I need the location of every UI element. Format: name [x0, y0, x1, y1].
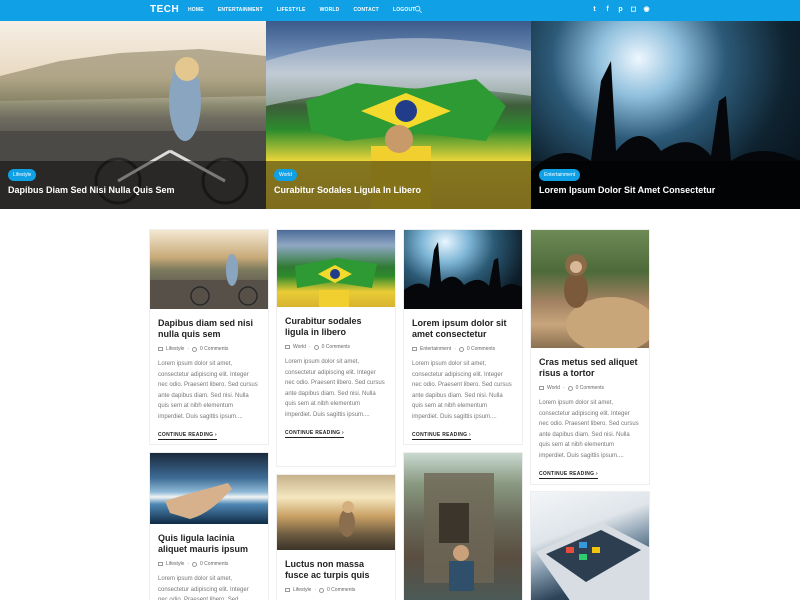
comment-icon [313, 344, 319, 350]
post-excerpt: Lorem ipsum dolor sit amet, consectetur … [158, 361, 258, 420]
post-excerpt: Lorem ipsum dolor sit amet, consectetur … [285, 359, 385, 418]
post-title[interactable]: Cras metus sed aliquet risus a tortor [539, 357, 641, 379]
post-category[interactable]: World [293, 344, 306, 350]
folder-icon [539, 386, 544, 390]
featured-slide[interactable]: Entertainment Lorem Ipsum Dolor Sit Amet… [531, 21, 800, 209]
post-thumbnail[interactable] [277, 475, 395, 550]
post-category[interactable]: Lifestyle [293, 587, 311, 593]
post-category[interactable]: World [547, 385, 560, 391]
folder-icon [285, 588, 290, 592]
continue-reading-link[interactable]: CONTINUE READING › [158, 432, 218, 440]
post-meta: Lifestyle · 0 Comments [285, 587, 387, 593]
post-meta: World · 0 Comments [539, 385, 641, 391]
post-thumbnail[interactable] [150, 230, 268, 309]
post-title[interactable]: Dapibus diam sed nisi nulla quis sem [158, 318, 260, 340]
post-title[interactable]: Curabitur sodales ligula in libero [285, 316, 387, 338]
folder-icon [412, 347, 417, 351]
post-comments[interactable]: 0 Comments [576, 385, 604, 391]
post-category[interactable]: Lifestyle [166, 561, 184, 567]
post-title[interactable]: Quis ligula lacinia aliquet mauris ipsum [158, 533, 260, 555]
comment-icon [458, 346, 464, 352]
category-badge[interactable]: Entertainment [539, 169, 581, 181]
folder-icon [285, 345, 290, 349]
post-comments[interactable]: 0 Comments [200, 346, 228, 352]
post-card: Luctus non massa fusce ac turpis quis Li… [277, 475, 395, 600]
continue-reading-link[interactable]: CONTINUE READING › [412, 432, 472, 440]
post-card [531, 492, 649, 600]
featured-slide[interactable]: Lifestyle Dapibus Diam Sed Nisi Nulla Qu… [0, 21, 266, 209]
post-category[interactable]: Lifestyle [166, 346, 184, 352]
flag-fan-thumbnail [295, 258, 377, 307]
top-navbar: TECH HOME ENTERTAINMENT LIFESTYLE WORLD … [0, 0, 800, 21]
post-card: Dapibus diam sed nisi nulla quis sem Lif… [150, 230, 268, 444]
folder-icon [158, 347, 163, 351]
twitter-icon[interactable]: t [591, 5, 598, 15]
slide-title[interactable]: Lorem Ipsum Dolor Sit Amet Consectetur [539, 185, 715, 195]
featured-slide[interactable]: World Curabitur Sodales Ligula In Libero [266, 21, 531, 209]
post-meta: World · 0 Comments [285, 344, 387, 350]
menu-item-world[interactable]: WORLD [320, 7, 340, 13]
social-links: t f p ◻ ◉ [591, 5, 650, 15]
concert-thumbnail [404, 242, 522, 309]
tablet-thumbnail [536, 522, 649, 600]
menu-item-lifestyle[interactable]: LIFESTYLE [277, 7, 306, 13]
comment-icon [567, 385, 573, 391]
featured-slider: Lifestyle Dapibus Diam Sed Nisi Nulla Qu… [0, 21, 800, 209]
post-card [404, 453, 522, 600]
menu-item-logout[interactable]: LOGOUT [393, 7, 416, 13]
post-title[interactable]: Luctus non massa fusce ac turpis quis [285, 559, 387, 581]
comment-icon [192, 346, 198, 352]
menu-item-contact[interactable]: CONTACT [353, 7, 378, 13]
post-meta: Entertainment · 0 Comments [412, 346, 514, 352]
slide-title[interactable]: Dapibus Diam Sed Nisi Nulla Quis Sem [8, 185, 175, 195]
post-card: Cras metus sed aliquet risus a tortor Wo… [531, 230, 649, 484]
post-thumbnail[interactable] [404, 230, 522, 309]
post-thumbnail[interactable] [404, 453, 522, 600]
post-comments[interactable]: 0 Comments [200, 561, 228, 567]
facebook-icon[interactable]: f [604, 5, 611, 15]
post-meta: Lifestyle · 0 Comments [158, 346, 260, 352]
post-thumbnail[interactable] [277, 230, 395, 307]
post-excerpt: Lorem ipsum dolor sit amet, consectetur … [539, 400, 639, 459]
instagram-icon[interactable]: ◻ [630, 5, 637, 15]
main-menu: HOME ENTERTAINMENT LIFESTYLE WORLD CONTA… [188, 7, 430, 13]
continue-reading-link[interactable]: CONTINUE READING › [539, 471, 599, 479]
hand-sea-thumbnail [165, 483, 232, 519]
post-meta: Lifestyle · 0 Comments [158, 561, 260, 567]
post-thumbnail[interactable] [150, 453, 268, 524]
pinterest-icon[interactable]: p [617, 5, 624, 15]
post-thumbnail[interactable] [531, 230, 649, 348]
search-icon[interactable] [414, 5, 423, 14]
continue-reading-link[interactable]: CONTINUE READING › [285, 430, 345, 438]
post-thumbnail[interactable] [531, 492, 649, 600]
post-card: Curabitur sodales ligula in libero World… [277, 230, 395, 466]
menu-item-home[interactable]: HOME [188, 7, 204, 13]
comment-icon [319, 587, 325, 593]
woman-sunset-thumbnail [339, 501, 355, 537]
comment-icon [192, 561, 198, 567]
post-excerpt: Lorem ipsum dolor sit amet, consectetur … [412, 361, 512, 420]
post-comments[interactable]: 0 Comments [467, 346, 495, 352]
post-category[interactable]: Entertainment [420, 346, 451, 352]
post-card: Lorem ipsum dolor sit amet consectetur E… [404, 230, 522, 444]
slide-title[interactable]: Curabitur Sodales Ligula In Libero [274, 185, 421, 195]
post-comments[interactable]: 0 Comments [322, 344, 350, 350]
category-badge[interactable]: World [274, 169, 297, 181]
rss-icon[interactable]: ◉ [643, 5, 650, 15]
post-excerpt: Lorem ipsum dolor sit amet, consectetur … [158, 576, 249, 600]
post-comments[interactable]: 0 Comments [327, 587, 355, 593]
folder-icon [158, 562, 163, 566]
post-title[interactable]: Lorem ipsum dolor sit amet consectetur [412, 318, 514, 340]
category-badge[interactable]: Lifestyle [8, 169, 37, 181]
site-logo[interactable]: TECH [150, 4, 179, 15]
cyclist-thumbnail [150, 254, 268, 309]
menu-item-entertainment[interactable]: ENTERTAINMENT [218, 7, 263, 13]
temple-ruins-thumbnail [424, 473, 494, 591]
post-card: Quis ligula lacinia aliquet mauris ipsum… [150, 453, 268, 600]
monkey-thumbnail [564, 254, 649, 348]
